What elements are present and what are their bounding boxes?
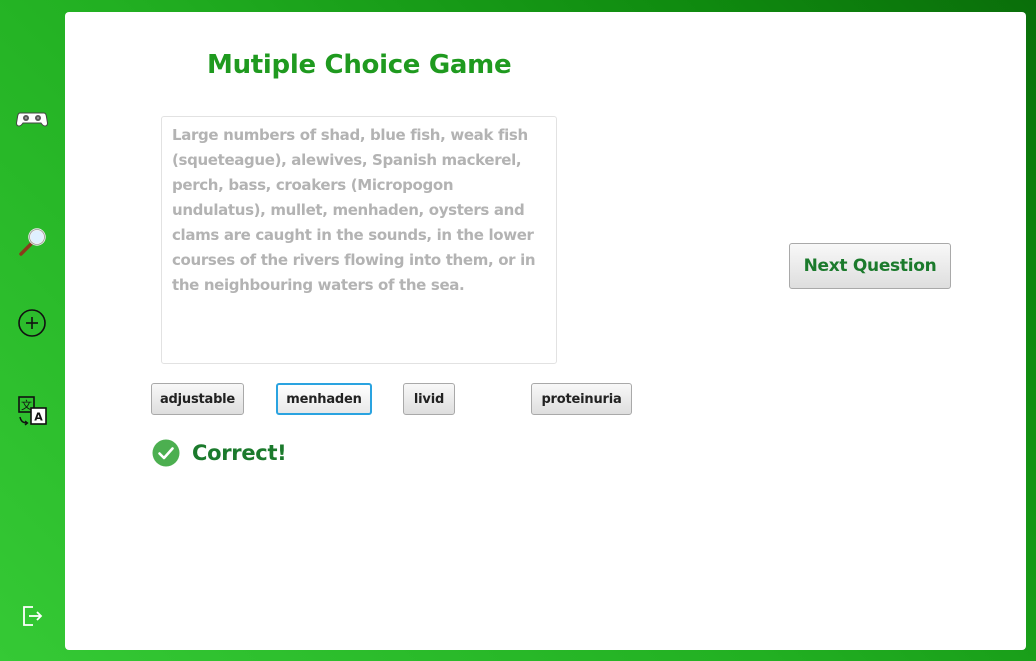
next-question-button[interactable]: Next Question (789, 243, 951, 289)
check-circle-icon (152, 439, 180, 467)
search-icon[interactable] (14, 224, 50, 260)
svg-text:A: A (34, 411, 43, 424)
gamepad-icon[interactable] (14, 100, 50, 136)
sidebar: 文 A (0, 0, 64, 661)
app-window: 文 A Mutiple Choice Game Large numbers of… (0, 0, 1036, 661)
option-button-proteinuria[interactable]: proteinuria (531, 383, 632, 415)
result-message: Correct! (152, 439, 287, 467)
option-button-menhaden[interactable]: menhaden (276, 383, 372, 415)
result-text: Correct! (192, 441, 287, 465)
question-text-area[interactable]: Large numbers of shad, blue fish, weak f… (161, 116, 557, 364)
translate-icon[interactable]: 文 A (14, 393, 50, 429)
main-panel: Mutiple Choice Game Large numbers of sha… (65, 12, 1026, 650)
option-button-adjustable[interactable]: adjustable (151, 383, 244, 415)
page-title: Mutiple Choice Game (207, 50, 512, 80)
option-button-livid[interactable]: livid (403, 383, 455, 415)
logout-icon[interactable] (14, 598, 50, 634)
add-icon[interactable] (14, 305, 50, 341)
